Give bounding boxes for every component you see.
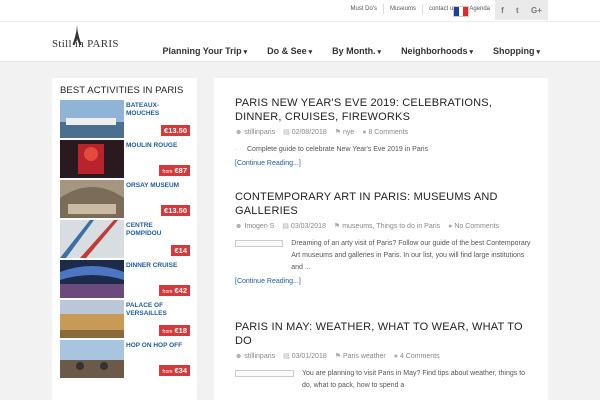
top-link-museums[interactable]: Museums — [382, 4, 422, 14]
calendar-icon: ▤ — [283, 353, 290, 360]
post-excerpt: Dreaming of an arty visit of Paris? Foll… — [235, 238, 535, 274]
site-header: Still in PARIS Planning Your Trip Do & S… — [0, 22, 600, 62]
post-author[interactable]: stillinparis — [244, 129, 275, 136]
top-links: Must Do's Museums contact us Agenda — [344, 4, 496, 14]
sidebar-title: BEST ACTIVITIES IN PARIS — [60, 85, 184, 96]
post-2: CONTEMPORARY ART IN PARIS: MUSEUMS AND G… — [235, 190, 535, 285]
post-author[interactable]: Imogen S — [244, 223, 274, 230]
post-meta: ☻ stillinparis ▤ 03/01/2018 ⚑ Paris weather… — [235, 352, 535, 362]
logo-text: Still in PARIS — [52, 38, 119, 50]
activity-item[interactable]: BATEAUX-MOUCHES €13.50 — [60, 100, 190, 138]
post-thumbnail[interactable] — [235, 240, 284, 247]
nav-shopping[interactable]: Shopping — [493, 46, 540, 56]
eiffel-tower-icon — [72, 25, 82, 45]
activity-name: DINNER CRUISE — [126, 262, 178, 269]
post-comments[interactable]: 4 Comments — [400, 353, 440, 360]
activity-thumbnail — [60, 140, 124, 178]
activity-item[interactable]: CENTRE POMPIDOU €14 — [60, 220, 190, 258]
nav-neighborhoods[interactable]: Neighborhoods — [401, 46, 473, 56]
price-badge: €14 — [171, 245, 190, 256]
comment-icon: ● — [448, 223, 453, 230]
activity-item[interactable]: ORSAY MUSEUM €13.50 — [60, 180, 190, 218]
price-badge: from €18 — [159, 325, 190, 336]
price-badge: €13.50 — [161, 205, 190, 216]
tag-icon: ⚑ — [334, 129, 341, 136]
calendar-icon: ▤ — [283, 129, 290, 136]
main-content: PARIS NEW YEAR'S EVE 2019: CELEBRATIONS,… — [214, 78, 548, 400]
nav-planning[interactable]: Planning Your Trip — [162, 46, 247, 56]
top-bar: Must Do's Museums contact us Agenda f t … — [0, 0, 600, 22]
post-thumbnail[interactable] — [235, 370, 294, 377]
user-icon: ☻ — [235, 353, 243, 360]
activity-item[interactable]: DINNER CRUISE from €42 — [60, 260, 190, 298]
read-more-link[interactable]: [Continue Reading...] — [235, 160, 535, 167]
tag-icon: ⚑ — [333, 223, 341, 230]
activity-name: BATEAUX-MOUCHES — [126, 102, 160, 117]
price-badge: from €34 — [159, 365, 190, 376]
comment-icon: ● — [393, 353, 398, 360]
top-link-must-dos[interactable]: Must Do's — [344, 4, 382, 14]
price-badge: €13.50 — [161, 125, 190, 136]
activity-name: CENTRE POMPIDOU — [126, 222, 162, 237]
twitter-icon[interactable]: t — [516, 6, 519, 15]
french-flag-icon[interactable] — [453, 6, 469, 17]
post-tags[interactable]: museums, Things to do in Paris — [342, 223, 440, 230]
social-links: f t G+ — [495, 0, 548, 20]
post-author[interactable]: stillinparis — [244, 353, 275, 360]
activity-thumbnail — [60, 340, 124, 378]
post-comments[interactable]: 8 Comments — [368, 129, 408, 136]
activity-list: BATEAUX-MOUCHES €13.50 MOULIN ROUGE from… — [60, 100, 190, 380]
activity-thumbnail — [60, 260, 124, 298]
post-date: 03/01/2018 — [291, 353, 327, 360]
nav-by-month[interactable]: By Month. — [332, 46, 381, 56]
main-nav: Planning Your Trip Do & See By Month. Ne… — [162, 46, 540, 56]
post-title[interactable]: PARIS IN MAY: WEATHER, WHAT TO WEAR, WHA… — [235, 320, 535, 348]
price-badge: from €42 — [159, 285, 190, 296]
post-excerpt: You are planning to visit Paris in May? … — [235, 368, 535, 392]
image-placeholder: · — [235, 147, 237, 153]
activity-thumbnail — [60, 100, 124, 138]
nav-do-see[interactable]: Do & See — [267, 46, 312, 56]
activity-thumbnail — [60, 220, 124, 258]
site-logo[interactable]: Still in PARIS — [52, 25, 119, 50]
post-title[interactable]: PARIS NEW YEAR'S EVE 2019: CELEBRATIONS,… — [235, 96, 535, 124]
activity-item[interactable]: HOP ON HOP OFF from €34 — [60, 340, 190, 378]
post-date: 02/08/2018 — [291, 129, 327, 136]
post-excerpt: · Complete guide to celebrate New Year's … — [235, 146, 429, 153]
comment-icon: ● — [362, 129, 367, 136]
post-title[interactable]: CONTEMPORARY ART IN PARIS: MUSEUMS AND G… — [235, 190, 535, 218]
post-tags[interactable]: nye — [343, 129, 354, 136]
user-icon: ☻ — [235, 223, 243, 230]
post-comments[interactable]: No Comments — [454, 223, 499, 230]
facebook-icon[interactable]: f — [501, 6, 504, 15]
post-3: PARIS IN MAY: WEATHER, WHAT TO WEAR, WHA… — [235, 320, 535, 392]
post-1: PARIS NEW YEAR'S EVE 2019: CELEBRATIONS,… — [235, 96, 535, 167]
post-date: 03/03/2018 — [290, 223, 326, 230]
post-tags[interactable]: Paris weather — [343, 353, 386, 360]
sidebar: BEST ACTIVITIES IN PARIS BATEAUX-MOUCHES… — [52, 78, 197, 400]
activity-name: MOULIN ROUGE — [126, 142, 178, 149]
post-meta: ☻ Imogen S ▤ 03/03/2018 ⚑ museums, Things t… — [235, 222, 535, 232]
calendar-icon: ▤ — [282, 223, 289, 230]
post-meta: ☻ stillinparis ▤ 02/08/2018 ⚑ nye ● 8 Commen… — [235, 128, 535, 138]
activity-name: HOP ON HOP OFF — [126, 342, 183, 349]
activity-name: ORSAY MUSEUM — [126, 182, 180, 189]
activity-item[interactable]: MOULIN ROUGE from €87 — [60, 140, 190, 178]
google-plus-icon[interactable]: G+ — [531, 6, 542, 15]
activity-name: PALACE OF VERSAILLES — [126, 302, 167, 317]
activity-thumbnail — [60, 180, 124, 218]
price-badge: from €87 — [159, 165, 190, 176]
user-icon: ☻ — [235, 129, 243, 136]
activity-thumbnail — [60, 300, 124, 338]
read-more-link[interactable]: [Continue Reading...] — [235, 278, 535, 285]
activity-item[interactable]: PALACE OF VERSAILLES from €18 — [60, 300, 190, 338]
tag-icon: ⚑ — [334, 353, 341, 360]
